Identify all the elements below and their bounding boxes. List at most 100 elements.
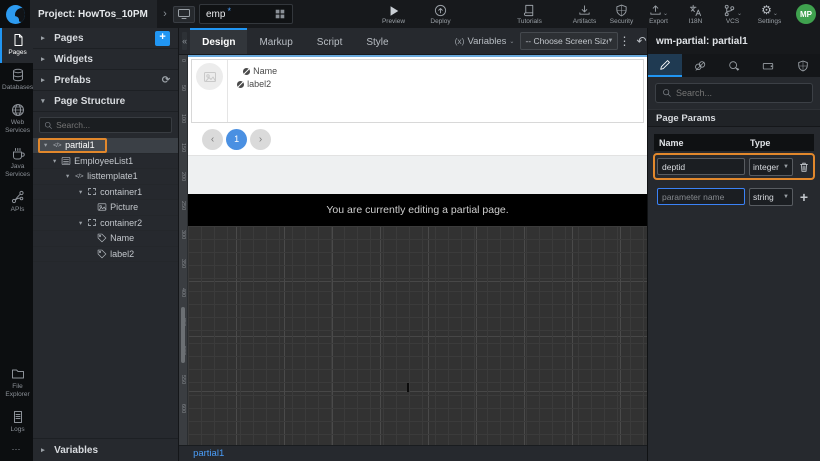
canvas-toolbar: « Design Markup Script Style (x) Variabl…: [179, 28, 647, 55]
image-icon: [97, 202, 107, 212]
label-bind-icon: [242, 67, 251, 76]
shield-icon: [797, 60, 809, 72]
rail-item-file-explorer[interactable]: File Explorer: [0, 362, 33, 405]
screen-size-select[interactable]: -- Choose Screen Size -- ▼: [520, 32, 618, 50]
picture-cell[interactable]: [192, 60, 228, 122]
tab-design[interactable]: Design: [190, 28, 247, 54]
rail-item-java-services[interactable]: Java Services: [0, 142, 33, 185]
param-type-select[interactable]: integer ▼: [749, 158, 793, 176]
rail-item-pages[interactable]: Pages: [0, 28, 33, 63]
chevron-down-icon[interactable]: ▾: [64, 172, 71, 180]
breadcrumb-partial1[interactable]: partial1: [193, 448, 224, 459]
device-icon: [762, 60, 774, 72]
topbar: Project: HowTos_10PM › emp * Preview Dep…: [0, 0, 820, 28]
new-param-name-input[interactable]: [657, 188, 745, 205]
new-param-type-select[interactable]: string ▼: [749, 188, 793, 206]
logs-icon: [11, 410, 25, 424]
selected-widget-title: wm-partial: partial1: [648, 28, 820, 54]
tutorials-button[interactable]: Tutorials: [513, 4, 546, 25]
tab-style[interactable]: Style: [354, 28, 400, 54]
rail-overflow-button[interactable]: ⋯: [0, 440, 33, 461]
tab-properties[interactable]: [648, 54, 682, 77]
next-page-button[interactable]: ›: [250, 129, 271, 150]
prev-page-button[interactable]: ‹: [202, 129, 223, 150]
preview-button[interactable]: Preview: [377, 4, 410, 25]
rail-item-apis[interactable]: APIs: [0, 185, 33, 220]
left-panel: ▸ Pages + ▸ Widgets ▸ Prefabs ⟳ ▾ Page S…: [33, 28, 179, 461]
export-button[interactable]: ⌄ Export: [642, 4, 675, 25]
artifacts-button[interactable]: Artifacts: [568, 4, 601, 25]
tab-devices[interactable]: [751, 54, 785, 77]
tab-styles[interactable]: [682, 54, 716, 77]
settings-button[interactable]: ⚙⌄ Settings: [753, 4, 786, 25]
container-icon: [88, 219, 96, 226]
add-param-button[interactable]: +: [797, 189, 811, 205]
rail-item-logs[interactable]: Logs: [0, 405, 33, 440]
canvas-scrollbar[interactable]: [181, 307, 185, 363]
vcs-button[interactable]: ⌄ VCS: [716, 4, 749, 25]
book-icon: [523, 4, 536, 17]
current-page-button[interactable]: 1: [226, 129, 247, 150]
tree-item-container2[interactable]: ▾ container2: [33, 216, 178, 232]
tree-item-listtemplate1[interactable]: ▾ </> listtemplate1: [33, 169, 178, 185]
tab-events[interactable]: [717, 54, 751, 77]
section-page-structure[interactable]: ▾ Page Structure: [33, 91, 178, 112]
list-item-template[interactable]: Name label2: [191, 59, 644, 123]
section-widgets[interactable]: ▸ Widgets: [33, 49, 178, 70]
chevron-down-icon[interactable]: ▾: [51, 157, 58, 165]
grid-icon[interactable]: [274, 8, 286, 20]
tree-item-label2[interactable]: label2: [33, 247, 178, 263]
caret-down-icon: ⌄: [509, 38, 514, 45]
rail-item-databases[interactable]: Databases: [0, 63, 33, 98]
variables-dropdown[interactable]: (x) Variables ⌄: [455, 36, 515, 47]
rail-spacer: [0, 220, 33, 362]
user-avatar[interactable]: MP: [796, 4, 816, 24]
undo-button[interactable]: ↶: [636, 31, 646, 51]
properties-tabs: [648, 54, 820, 77]
tab-label: emp: [206, 9, 225, 20]
structure-search-input[interactable]: [56, 120, 167, 130]
param-name-input[interactable]: [657, 158, 745, 175]
collapse-left-panel-button[interactable]: «: [182, 32, 187, 50]
tree-item-partial1[interactable]: ▾ </> partial1: [33, 138, 178, 154]
delete-param-button[interactable]: [797, 161, 811, 173]
partial-preview-area[interactable]: Name label2 ‹ 1 ›: [188, 55, 647, 155]
layout-grid[interactable]: [188, 226, 647, 445]
section-variables[interactable]: ▸ Variables: [33, 439, 178, 461]
search-icon: [44, 121, 53, 130]
chevron-down-icon[interactable]: ▾: [42, 141, 49, 149]
wavemaker-logo-icon: [6, 5, 25, 24]
deploy-button[interactable]: Deploy: [424, 4, 457, 25]
chevron-down-icon[interactable]: ▾: [77, 188, 84, 196]
app-logo[interactable]: [0, 0, 30, 28]
section-prefabs[interactable]: ▸ Prefabs ⟳: [33, 70, 178, 91]
tab-security[interactable]: [786, 54, 820, 77]
section-pages[interactable]: ▸ Pages +: [33, 28, 178, 49]
tree-item-container1[interactable]: ▾ container1: [33, 185, 178, 201]
label2-widget[interactable]: label2: [236, 79, 277, 89]
tree-item-picture[interactable]: Picture: [33, 200, 178, 216]
caret-down-icon: ▼: [783, 194, 789, 200]
open-page-tab[interactable]: emp *: [199, 4, 293, 24]
chevron-down-icon[interactable]: ▾: [77, 219, 84, 227]
refresh-icon[interactable]: ⟳: [162, 75, 170, 86]
page-type-button[interactable]: [173, 6, 195, 23]
caret-down-icon: ⌄: [663, 10, 668, 17]
security-button[interactable]: Security: [605, 4, 638, 25]
tab-markup[interactable]: Markup: [247, 28, 304, 54]
add-page-button[interactable]: +: [155, 31, 170, 46]
more-options-button[interactable]: ⋮: [618, 31, 630, 51]
label-icon: [97, 249, 107, 259]
i18n-button[interactable]: I18N: [679, 4, 712, 25]
rail-item-web-services[interactable]: Web Services: [0, 98, 33, 141]
name-label-widget[interactable]: Name: [242, 66, 277, 76]
tree-item-name[interactable]: Name: [33, 231, 178, 247]
gear-icon: ⚙: [761, 4, 772, 17]
breadcrumb-chevron-icon: ›: [157, 8, 173, 20]
properties-search-input[interactable]: [676, 88, 806, 98]
monitor-icon: [177, 7, 191, 21]
project-label[interactable]: Project: HowTos_10PM: [30, 0, 157, 28]
image-icon: [203, 70, 217, 84]
tree-item-employeelist1[interactable]: ▾ EmployeeList1: [33, 154, 178, 170]
tab-script[interactable]: Script: [305, 28, 355, 54]
